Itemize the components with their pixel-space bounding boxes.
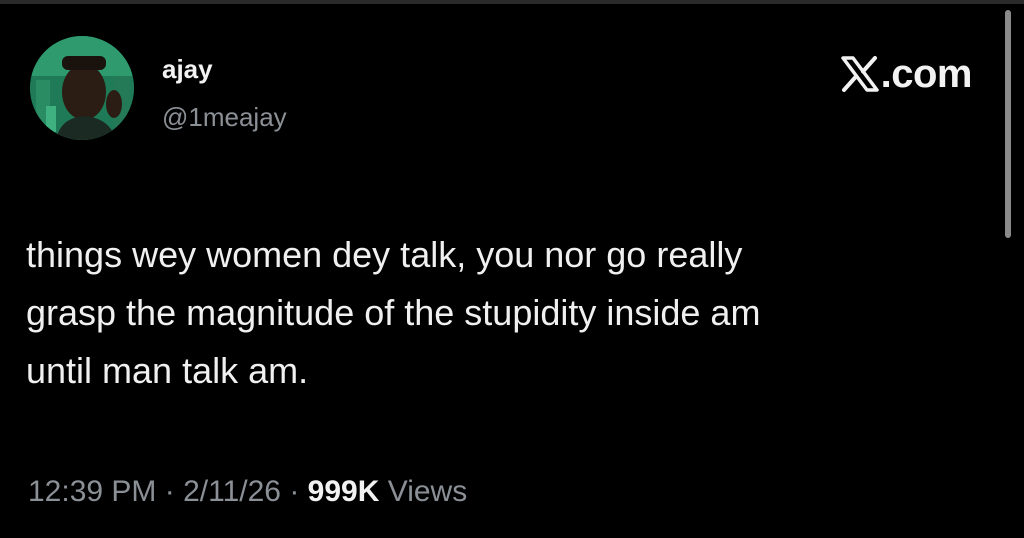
top-edge-divider: [0, 0, 1024, 4]
tweet-time[interactable]: 12:39 PM: [28, 475, 156, 508]
tweet-text: things wey women dey talk, you nor go re…: [26, 234, 761, 391]
views-label: Views: [387, 475, 468, 508]
scrollbar-thumb[interactable]: [1005, 10, 1011, 238]
tweet-metadata: 12:39 PM · 2/11/26 · 999K Views: [28, 474, 467, 510]
avatar-image: [30, 36, 134, 140]
brand-domain: .com: [880, 52, 973, 96]
tweet-date[interactable]: 2/11/26: [183, 475, 281, 508]
separator-dot: ·: [289, 475, 300, 508]
brand-logo[interactable]: .com: [840, 52, 973, 96]
separator-dot: ·: [164, 475, 175, 508]
x-logo-icon: [840, 56, 879, 92]
author-name[interactable]: ajay: [162, 56, 213, 82]
views-count[interactable]: 999K: [308, 475, 380, 508]
author-handle[interactable]: @1meajay: [162, 104, 287, 130]
avatar[interactable]: [30, 36, 134, 140]
